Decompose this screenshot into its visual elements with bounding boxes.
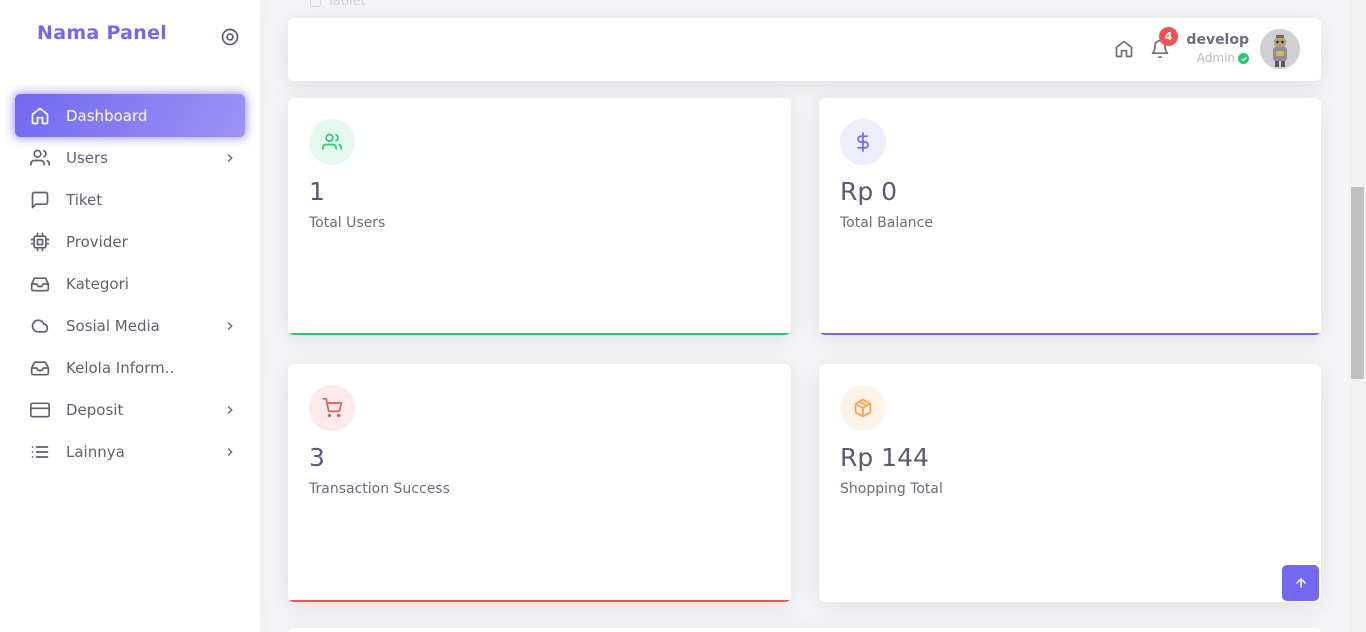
sidebar-item-label: Lainnya [66,443,125,461]
inbox-icon [30,358,50,378]
sidebar-item-dashboard[interactable]: Dashboard [15,94,245,137]
robot-avatar-icon [1260,29,1300,69]
arrow-up-icon [1295,577,1306,588]
cloud-icon [30,316,50,336]
chevron-right-icon [223,403,237,417]
sidebar-item-label: Kelola Inform.. [66,359,175,377]
users-icon [309,119,355,165]
stat-value: Rp 0 [840,177,898,206]
scroll-to-top-button[interactable] [1282,565,1319,601]
stat-card-total-balance: Rp 0 Total Balance [819,98,1321,335]
sidebar-item-sosial-media[interactable]: Sosial Media [15,305,245,347]
cart-icon [309,385,355,431]
sidebar-item-label: Tiket [66,191,103,209]
home-icon[interactable] [1114,39,1134,59]
scrolled-content-peek: Tablet [310,0,366,9]
package-icon [840,385,886,431]
checkbox-icon [310,0,321,7]
sidebar-item-provider[interactable]: Provider [15,221,245,263]
sidebar-item-label: Kategori [66,275,129,293]
stat-card-total-users: 1 Total Users [288,98,791,335]
list-icon [30,442,50,462]
stat-label: Total Users [309,215,386,231]
stat-card-transaction-success: 3 Transaction Success [288,364,791,602]
chevron-right-icon [223,151,237,165]
dollar-icon [840,119,886,165]
notification-badge: 4 [1159,27,1178,46]
next-card-edge [288,628,1321,632]
credit-card-icon [30,400,50,420]
accent-bar [288,600,791,602]
cpu-icon [30,232,50,252]
sidebar-item-label: Provider [66,233,128,251]
avatar[interactable] [1260,29,1300,69]
users-icon [30,148,50,168]
sidebar-item-label: Dashboard [66,106,148,125]
sidebar-item-label: Deposit [66,401,124,419]
top-navbar: 4 develop Admin [288,18,1321,81]
brand-name[interactable]: Nama Panel [37,22,167,44]
user-role: Admin [1196,51,1235,65]
accent-bar [288,333,791,335]
sidebar-item-label: Users [66,149,109,167]
sidebar-item-deposit[interactable]: Deposit [15,389,245,431]
message-square-icon [30,190,50,210]
chevron-right-icon [223,445,237,459]
scrollbar-thumb[interactable] [1351,187,1364,379]
stat-value: 3 [309,443,325,472]
home-icon [30,106,50,126]
sidebar-item-kelola-informasi[interactable]: Kelola Inform.. [15,347,245,389]
sidebar: Nama Panel Dashboard Users Tiket Provide… [0,0,260,632]
user-name[interactable]: develop [1186,32,1249,48]
stat-label: Shopping Total [840,481,943,497]
stat-card-shopping-total: Rp 144 Shopping Total [819,364,1321,602]
stat-value: Rp 144 [840,443,929,472]
inbox-icon [30,274,50,294]
chevron-right-icon [223,319,237,333]
sidebar-item-label: Sosial Media [66,317,160,335]
sidebar-item-lainnya[interactable]: Lainnya [15,431,245,473]
stat-label: Total Balance [840,215,933,231]
sidebar-nav: Dashboard Users Tiket Provider Kategori … [15,94,245,473]
sidebar-item-kategori[interactable]: Kategori [15,263,245,305]
sidebar-item-tiket[interactable]: Tiket [15,179,245,221]
stat-label: Transaction Success [309,481,450,497]
peek-text: Tablet [327,0,366,9]
collapse-toggle-icon[interactable] [219,26,241,48]
check-circle-icon [1238,53,1249,64]
sidebar-item-users[interactable]: Users [15,137,245,179]
accent-bar [819,333,1321,335]
stat-value: 1 [309,177,325,206]
